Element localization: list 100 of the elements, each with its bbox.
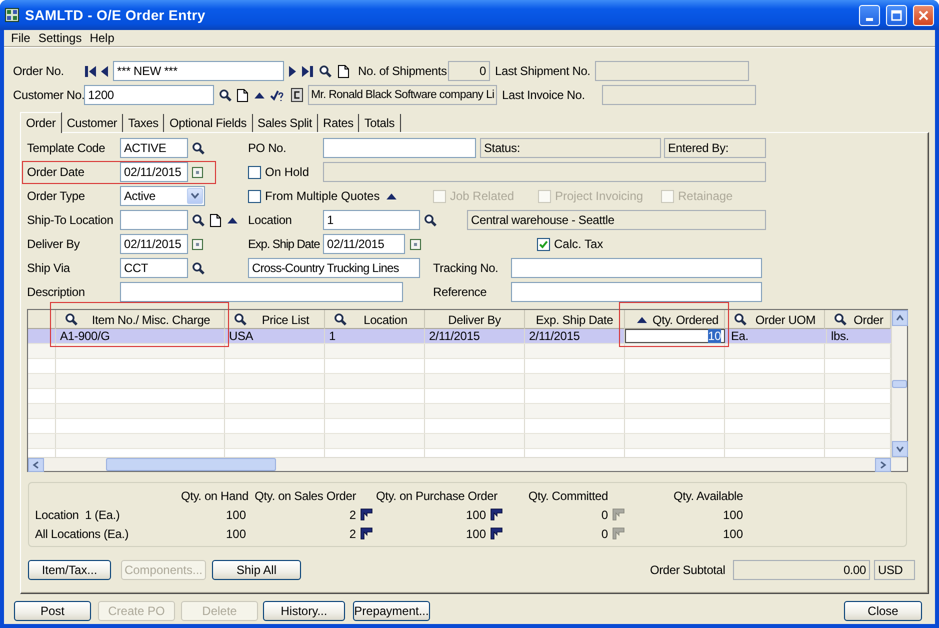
ship-all-button[interactable]: Ship All: [212, 560, 301, 580]
tab[interactable]: Totals: [359, 114, 401, 132]
tab[interactable]: Optional Fields: [164, 114, 253, 132]
search-icon[interactable]: [65, 313, 78, 326]
quantity-value: 100: [722, 508, 743, 522]
window-title: SAMLTD - O/E Order Entry: [25, 7, 206, 23]
retainage-checkbox: Retainage: [661, 189, 733, 203]
deliver-by-field[interactable]: 02/11/2015: [120, 234, 188, 254]
field-label: No. of Shipments: [358, 64, 448, 78]
quotes-checkbox[interactable]: From Multiple Quotes: [248, 189, 386, 203]
previous-record-icon[interactable]: [101, 66, 108, 76]
quantity-value: 0: [601, 508, 608, 522]
page-icon[interactable]: [338, 64, 349, 78]
scrollbar-thumb[interactable]: [892, 380, 907, 388]
status-field: Status:: [480, 138, 661, 158]
order-number-field[interactable]: *** NEW ***: [113, 61, 284, 81]
flag-icon[interactable]: [490, 508, 503, 521]
order-date-field[interactable]: 02/11/2015: [120, 162, 188, 182]
quantity-value: 100: [466, 526, 486, 540]
maximize-button[interactable]: [886, 4, 907, 26]
calendar-icon[interactable]: [192, 238, 203, 250]
first-record-icon[interactable]: [85, 66, 96, 76]
close-button[interactable]: [913, 4, 934, 26]
card-icon[interactable]: [291, 88, 303, 102]
search-icon[interactable]: [424, 214, 437, 226]
quantity-value: 100: [466, 508, 486, 522]
app-icon: [5, 8, 19, 22]
tab[interactable]: Sales Split: [252, 114, 318, 132]
flag-icon[interactable]: [360, 527, 373, 540]
search-icon[interactable]: [319, 64, 332, 78]
calc-tax-checkbox[interactable]: Calc. Tax: [537, 237, 604, 251]
up-arrow-icon[interactable]: [254, 92, 265, 98]
footer-button[interactable]: Prepayment...: [353, 601, 430, 621]
description-field[interactable]: [120, 282, 403, 302]
row-label: Location 1 (Ea.): [35, 508, 121, 522]
search-icon[interactable]: [834, 313, 847, 326]
item-tax-button[interactable]: Item/Tax...: [28, 560, 111, 580]
order-type-dropdown[interactable]: Active: [120, 186, 205, 206]
table-cell: USA: [225, 329, 325, 343]
vertical-scrollbar[interactable]: [891, 310, 907, 457]
search-icon[interactable]: [219, 88, 232, 102]
up-arrow-icon[interactable]: [227, 216, 238, 224]
search-icon[interactable]: [734, 313, 747, 326]
field-label: Order Date: [27, 165, 86, 179]
close-form-button[interactable]: Close: [844, 601, 922, 621]
template-code-field[interactable]: ACTIVE: [120, 138, 188, 158]
search-icon[interactable]: [234, 313, 247, 326]
column-header: Qty. on Purchase Order: [376, 488, 498, 502]
chevron-down-icon[interactable]: [191, 193, 199, 199]
flag-icon[interactable]: [360, 508, 373, 521]
column-header: Qty. Available: [672, 488, 743, 502]
page-icon[interactable]: [237, 88, 248, 102]
field-label: Last Invoice No.: [502, 88, 586, 102]
horizontal-scrollbar[interactable]: [28, 457, 907, 471]
po-number-field[interactable]: [323, 138, 476, 158]
next-record-icon[interactable]: [289, 66, 296, 76]
quantity-value: 100: [722, 526, 743, 540]
ship-via-field[interactable]: CCT: [120, 258, 188, 278]
ship-via-description-field[interactable]: Cross-Country Trucking Lines: [248, 258, 420, 278]
customer-name-field: Mr. Ronald Black Software company Li: [308, 85, 497, 105]
column-header: Qty. Committed: [527, 488, 609, 502]
search-icon[interactable]: [192, 214, 205, 226]
shipments-field: 0: [448, 61, 490, 81]
tab[interactable]: Taxes: [123, 114, 164, 132]
ship-to-location-field[interactable]: [120, 210, 188, 230]
tab[interactable]: Rates: [318, 114, 360, 132]
tracking-number-field[interactable]: [511, 258, 762, 278]
sort-arrow-icon[interactable]: [637, 316, 647, 322]
field-label: Order Type: [27, 189, 86, 203]
up-arrow-icon[interactable]: [386, 192, 397, 200]
subtotal-field: 0.00: [733, 560, 870, 580]
menu-item[interactable]: Help: [86, 31, 118, 45]
quantity-value: 100: [226, 508, 246, 522]
calendar-icon[interactable]: [410, 238, 421, 250]
menu-item[interactable]: File: [7, 31, 34, 45]
reference-field[interactable]: [511, 282, 762, 302]
menu-item[interactable]: Settings: [34, 31, 86, 45]
footer-button[interactable]: Post: [14, 601, 91, 621]
calendar-icon[interactable]: [192, 166, 203, 178]
page-icon[interactable]: [210, 214, 221, 226]
search-icon[interactable]: [192, 262, 205, 274]
minimize-button[interactable]: [859, 4, 880, 26]
check-mark-icon[interactable]: [270, 88, 284, 102]
location-field[interactable]: 1: [323, 210, 420, 230]
maximize-icon: [891, 10, 902, 20]
on-hold-checkbox[interactable]: On Hold: [248, 165, 323, 179]
flag-icon[interactable]: [490, 527, 503, 540]
table-row[interactable]: A1-900/G USA 1 2/11/2015 2/11/2015 10 Ea. lbs.: [28, 329, 891, 344]
tab[interactable]: Customer: [62, 114, 124, 132]
search-icon[interactable]: [334, 313, 347, 326]
table-cell[interactable]: 10: [625, 329, 725, 343]
scrollbar-thumb[interactable]: [106, 458, 276, 471]
footer-button[interactable]: History...: [263, 601, 345, 621]
last-record-icon[interactable]: [302, 66, 313, 76]
exp-ship-date-field[interactable]: 02/11/2015: [323, 234, 405, 254]
field-label: PO No.: [248, 141, 288, 155]
search-icon[interactable]: [192, 142, 205, 154]
tab[interactable]: Order: [20, 112, 62, 133]
table-cell: 2/11/2015: [425, 329, 525, 343]
customer-number-field[interactable]: 1200: [84, 85, 214, 105]
